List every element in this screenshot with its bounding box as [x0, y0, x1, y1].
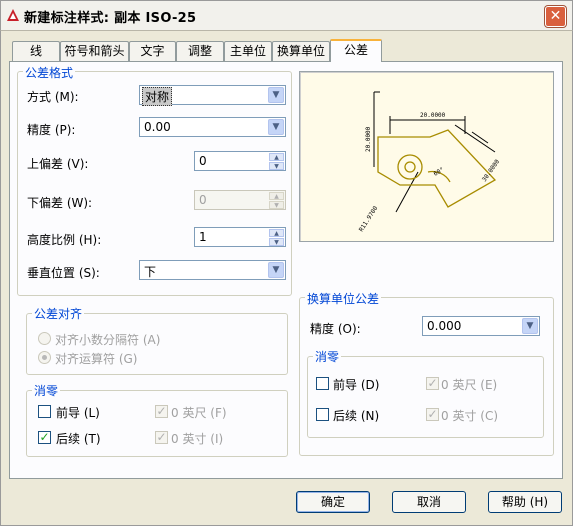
- precision-select[interactable]: 0.00 ▼: [139, 117, 286, 137]
- upper-value-label: 上偏差 (V):: [27, 157, 89, 171]
- alt-precision-select[interactable]: 0.000 ▼: [422, 316, 540, 336]
- chevron-down-icon: ▼: [268, 119, 284, 135]
- feet-checkbox[interactable]: ✓: [155, 405, 168, 418]
- lower-value-label: 下偏差 (W):: [27, 196, 93, 210]
- preview-dim-right: 30.0000: [481, 158, 501, 183]
- upper-value-stepper[interactable]: 0 ▲ ▼: [194, 151, 286, 171]
- method-select[interactable]: 对称 ▼: [139, 85, 286, 106]
- tab-symbols-arrows[interactable]: 符号和箭头: [60, 41, 129, 61]
- zero-suppression-legend: 消零: [32, 382, 61, 399]
- align-decimal-radio[interactable]: [38, 332, 51, 345]
- spin-up-icon[interactable]: ▲: [269, 192, 284, 200]
- preview-dim-top: 20.0000: [420, 112, 446, 119]
- align-operator-radio[interactable]: [38, 351, 51, 364]
- alt-inches-label: 0 英寸 (C): [441, 409, 499, 423]
- lower-value-stepper[interactable]: 0 ▲ ▼: [194, 190, 286, 210]
- help-button[interactable]: 帮助 (H): [488, 491, 562, 513]
- spin-down-icon[interactable]: ▼: [269, 201, 284, 209]
- vertical-position-value: 下: [144, 265, 157, 279]
- method-value: 对称: [142, 87, 173, 106]
- inches-checkbox[interactable]: ✓: [155, 431, 168, 444]
- tab-fit[interactable]: 调整: [176, 41, 224, 61]
- vertical-position-select[interactable]: 下 ▼: [139, 260, 286, 280]
- align-operator-label: 对齐运算符 (G): [55, 352, 138, 366]
- check-icon: ✓: [39, 430, 50, 444]
- alt-zero-suppression-group: [307, 356, 544, 438]
- alt-feet-checkbox[interactable]: ✓: [426, 377, 439, 390]
- lower-value: 0: [199, 193, 207, 207]
- spin-down-icon[interactable]: ▼: [269, 238, 284, 246]
- height-scale-label: 高度比例 (H):: [27, 233, 102, 247]
- spin-down-icon[interactable]: ▼: [269, 162, 284, 170]
- spin-up-icon[interactable]: ▲: [269, 229, 284, 237]
- tab-lines[interactable]: 线: [12, 41, 60, 61]
- leading-checkbox[interactable]: [38, 405, 51, 418]
- tab-text[interactable]: 文字: [129, 41, 176, 61]
- tab-tolerances[interactable]: 公差: [330, 39, 382, 62]
- alt-trailing-label: 后续 (N): [333, 409, 380, 423]
- alt-leading-label: 前导 (D): [333, 378, 380, 392]
- check-icon: ✓: [427, 407, 438, 421]
- alt-feet-label: 0 英尺 (E): [441, 378, 498, 392]
- trailing-label: 后续 (T): [56, 432, 101, 446]
- precision-label: 精度 (P):: [27, 123, 76, 137]
- vertical-position-label: 垂直位置 (S):: [27, 266, 100, 280]
- chevron-down-icon: ▼: [268, 262, 284, 278]
- chevron-down-icon: ▼: [268, 87, 284, 103]
- alt-inches-checkbox[interactable]: ✓: [426, 408, 439, 421]
- check-icon: ✓: [156, 430, 167, 444]
- preview-dim-diagonal: R11.9700: [358, 205, 380, 233]
- trailing-checkbox[interactable]: ✓: [38, 431, 51, 444]
- alt-precision-value: 0.000: [427, 319, 462, 333]
- precision-value: 0.00: [144, 120, 171, 134]
- alt-leading-checkbox[interactable]: [316, 377, 329, 390]
- tab-alternate-units[interactable]: 换算单位: [272, 41, 330, 61]
- alt-trailing-checkbox[interactable]: [316, 408, 329, 421]
- close-icon: ✕: [549, 8, 562, 24]
- align-decimal-label: 对齐小数分隔符 (A): [55, 333, 161, 347]
- chevron-down-icon: ▼: [522, 318, 538, 334]
- alt-zero-suppression-legend: 消零: [313, 348, 342, 365]
- close-button[interactable]: ✕: [545, 6, 566, 27]
- preview-pane: 20.0000 20.0000 30.0000 R11.9700 60°: [299, 71, 554, 242]
- window-title: 新建标注样式: 副本 ISO-25: [24, 11, 197, 26]
- cancel-button[interactable]: 取消: [392, 491, 466, 513]
- upper-value: 0: [199, 154, 207, 168]
- leading-label: 前导 (L): [56, 406, 100, 420]
- method-label: 方式 (M):: [27, 90, 79, 104]
- alt-precision-label: 精度 (O):: [310, 322, 361, 336]
- tolerance-format-legend: 公差格式: [23, 64, 76, 81]
- ok-button[interactable]: 确定: [296, 491, 370, 513]
- app-icon: [7, 9, 19, 21]
- tolerance-alignment-legend: 公差对齐: [32, 305, 85, 322]
- height-scale-stepper[interactable]: 1 ▲ ▼: [194, 227, 286, 247]
- preview-dim-vertical: 20.0000: [365, 126, 372, 152]
- preview-dim-angle: 60°: [433, 166, 446, 177]
- check-icon: ✓: [156, 404, 167, 418]
- height-scale-value: 1: [199, 230, 207, 244]
- alternate-tolerance-legend: 换算单位公差: [305, 290, 382, 307]
- check-icon: ✓: [427, 376, 438, 390]
- spin-up-icon[interactable]: ▲: [269, 153, 284, 161]
- inches-label: 0 英寸 (I): [171, 432, 224, 446]
- feet-label: 0 英尺 (F): [171, 406, 227, 420]
- tab-primary-units[interactable]: 主单位: [224, 41, 272, 61]
- preview-drawing: 20.0000 20.0000 30.0000 R11.9700 60°: [358, 91, 501, 233]
